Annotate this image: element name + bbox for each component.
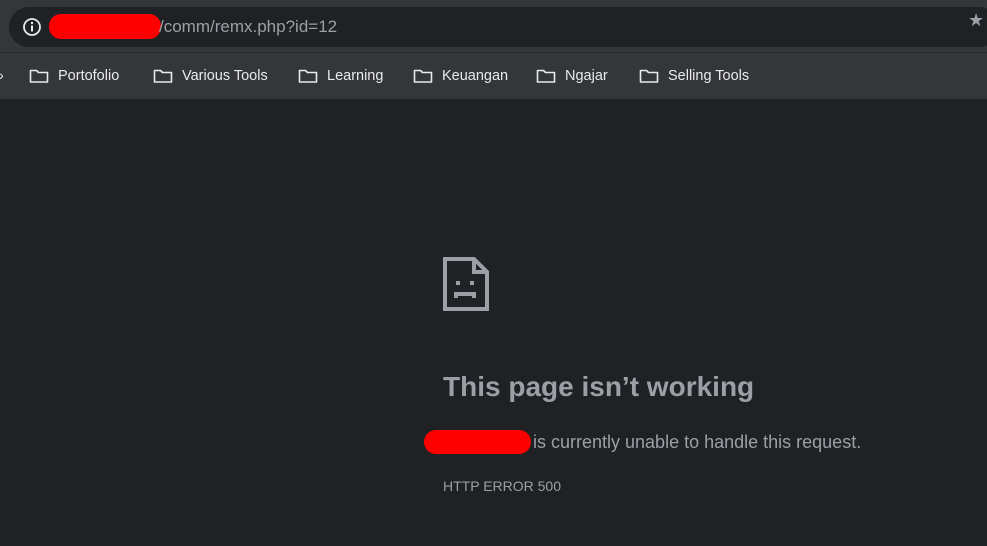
bookmark-learning[interactable]: Learning [292,63,389,89]
folder-icon [153,69,173,83]
error-message: is currently unable to handle this reque… [533,431,862,452]
sad-page-icon [443,257,489,311]
bookmark-various-tools[interactable]: Various Tools [147,63,274,89]
bookmark-ngajar[interactable]: Ngajar [530,63,614,89]
bookmark-selling-tools[interactable]: Selling Tools [633,63,755,89]
folder-icon [413,69,433,83]
bookmark-label: Ngajar [565,68,608,84]
bookmark-label: Learning [327,68,384,84]
error-heading: This page isn’t working [443,371,755,402]
url-host-redaction [49,14,161,39]
error-code: HTTP ERROR 500 [443,478,561,494]
bookmark-label: Various Tools [182,68,268,84]
folder-icon [639,69,659,83]
bookmark-label: Portofolio [58,68,120,84]
folder-icon [536,69,556,83]
bookmark-label: Selling Tools [668,68,750,84]
folder-icon [29,69,49,83]
error-page: This page isn’t working is currently una… [0,99,987,546]
info-icon[interactable] [21,16,43,38]
error-message-row: is currently unable to handle this reque… [424,428,861,456]
bookmarks-bar: » Portofolio Various Tools Learning Keua… [0,52,987,99]
star-icon[interactable]: ★ [968,10,987,30]
bookmark-portofolio[interactable]: Portofolio [23,63,125,89]
bookmark-keuangan[interactable]: Keuangan [407,63,514,89]
folder-icon [298,69,318,83]
host-redaction [424,430,531,454]
toolbar: /comm/remx.php?id=12 ★ [0,0,987,52]
bookmark-label: Keuangan [442,68,509,84]
address-bar[interactable]: /comm/remx.php?id=12 [9,7,987,47]
url-text[interactable]: /comm/remx.php?id=12 [159,16,337,38]
bookmarks-overflow-icon[interactable]: » [0,67,3,83]
